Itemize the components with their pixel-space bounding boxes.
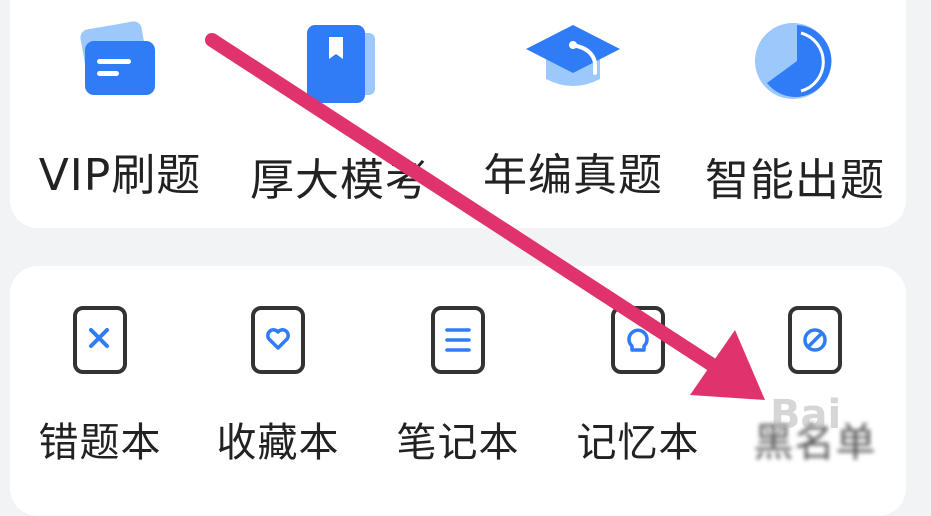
pie-chart-icon [745,15,845,114]
smart-question-button[interactable]: 智能出题 [700,15,890,208]
heart-notebook-icon [243,300,313,384]
top-item-label: 智能出题 [705,155,885,206]
bottom-item-label: 笔记本 [396,420,520,466]
bottom-notebook-grid: 错题本 收藏本 笔记本 记忆本 黑名单 [0,300,931,470]
mock-exam-button[interactable]: 厚大模考 [245,15,435,208]
graduation-cap-icon [518,15,628,109]
bottom-item-label: 错题本 [38,420,162,466]
lines-notebook-icon [423,300,493,384]
wrong-questions-button[interactable]: 错题本 [30,300,170,468]
bottom-item-label: 记忆本 [576,420,700,466]
top-item-label: 厚大模考 [250,155,430,206]
vip-card-icon [75,15,165,109]
top-item-label: 年编真题 [483,150,663,201]
bottom-item-label: 收藏本 [216,420,340,466]
top-feature-grid: VIP刷题 厚大模考 年编真题 智能出题 [0,15,931,208]
top-item-label: VIP刷题 [38,150,202,201]
x-notebook-icon [65,300,135,384]
notebook-button[interactable]: 笔记本 [388,300,528,468]
favorites-button[interactable]: 收藏本 [208,300,348,468]
blacklist-button[interactable]: 黑名单 [745,300,885,468]
ban-notebook-icon [780,300,850,384]
memory-book-button[interactable]: 记忆本 [568,300,708,468]
annual-real-exams-button[interactable]: 年编真题 [478,15,668,203]
bookmark-book-icon [295,15,385,114]
vip-practice-button[interactable]: VIP刷题 [38,15,202,203]
bulb-notebook-icon [603,300,673,384]
watermark-logo: Bai [770,392,842,438]
